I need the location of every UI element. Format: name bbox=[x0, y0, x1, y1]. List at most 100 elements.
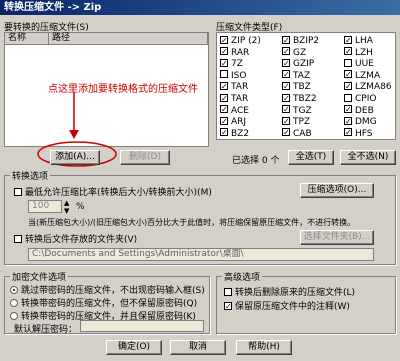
type-checkbox[interactable]: ✓ TAR bbox=[220, 93, 249, 105]
type-label: TAZ bbox=[293, 70, 311, 81]
delete-original-checkbox[interactable]: 转换后删除原来的压缩文件(L) bbox=[224, 285, 355, 298]
type-label: TBZ2 bbox=[293, 94, 317, 104]
checkbox-checked-icon: ✓ bbox=[282, 70, 290, 80]
min-ratio-label: 最低允许压缩比率(转换后大小/转换前大小)(M) bbox=[25, 188, 212, 198]
type-label: TBZ bbox=[293, 82, 311, 93]
encryption-label: 加密文件选项 bbox=[10, 270, 69, 283]
delete-original-label: 转换后删除原来的压缩文件(L) bbox=[235, 288, 356, 298]
checkbox-checked-icon: ✓ bbox=[344, 35, 352, 45]
checkbox-checked-icon: ✓ bbox=[220, 93, 228, 103]
type-label: CAB bbox=[293, 128, 312, 139]
type-checkbox[interactable]: ✓ BZIP2 bbox=[282, 35, 319, 47]
type-label: TAR bbox=[231, 82, 249, 93]
column-header-name[interactable]: 名称 bbox=[5, 33, 49, 45]
deselect-all-button[interactable]: 全不选(N) bbox=[340, 150, 396, 165]
checkbox-checked-icon: ✓ bbox=[282, 128, 290, 138]
cancel-button[interactable]: 取消 bbox=[170, 340, 226, 355]
folder-checkbox[interactable]: 转换后文件存放的文件夹(V) bbox=[14, 232, 137, 245]
type-label: ZIP (2) bbox=[231, 36, 261, 46]
min-ratio-checkbox[interactable]: 最低允许压缩比率(转换后大小/转换前大小)(M) bbox=[14, 185, 212, 198]
selected-count: 已选择 0 个 bbox=[232, 156, 280, 166]
type-checkbox[interactable]: ✓ ZIP (2) bbox=[220, 35, 261, 47]
type-checkbox[interactable]: ✓ RAR bbox=[220, 47, 250, 59]
type-checkbox[interactable]: ✓ TBZ2 bbox=[282, 93, 317, 105]
checkbox-icon bbox=[14, 187, 22, 196]
type-checkbox[interactable]: UUE bbox=[344, 58, 374, 70]
ratio-input[interactable]: 100 bbox=[28, 200, 62, 213]
type-checkbox[interactable]: ✓ LHA bbox=[344, 35, 373, 47]
type-checkbox[interactable]: ✓ LZMA bbox=[344, 70, 380, 82]
type-checkbox[interactable]: ✓ TGZ bbox=[282, 105, 312, 117]
checkbox-checked-icon: ✓ bbox=[224, 301, 232, 311]
type-checkbox[interactable]: ✓ GZIP bbox=[282, 58, 315, 70]
delete-button[interactable]: 删除(D) bbox=[120, 150, 170, 165]
checkbox-icon bbox=[344, 58, 352, 67]
type-checkbox[interactable]: ✓ TPZ bbox=[282, 116, 311, 128]
checkbox-checked-icon: ✓ bbox=[282, 105, 290, 115]
checkbox-checked-icon: ✓ bbox=[220, 105, 228, 115]
type-label: DEB bbox=[355, 105, 374, 116]
type-checkbox[interactable]: ✓ ARJ bbox=[220, 116, 246, 128]
type-checkbox[interactable]: ✓ DMG bbox=[344, 116, 377, 128]
radio-selected-icon bbox=[10, 285, 18, 294]
checkbox-checked-icon: ✓ bbox=[282, 35, 290, 45]
type-checkbox[interactable]: ✓ HFS bbox=[344, 128, 373, 140]
radio-icon bbox=[10, 311, 18, 320]
select-all-button[interactable]: 全选(T) bbox=[288, 150, 334, 165]
type-label: TGZ bbox=[293, 105, 312, 116]
checkbox-icon bbox=[220, 70, 228, 79]
convert-no-password-radio[interactable]: 转换带密码的压缩文件，但不保留原密码(Q) bbox=[10, 296, 197, 309]
type-label: RAR bbox=[231, 47, 250, 58]
radio-label: 跳过带密码的压缩文件，不出现密码输入框(S) bbox=[21, 286, 205, 296]
type-label: 7Z bbox=[231, 59, 243, 70]
type-label: TPZ bbox=[293, 117, 311, 128]
type-checkbox[interactable]: ✓ CAB bbox=[282, 128, 312, 140]
type-label: TAR bbox=[231, 94, 249, 104]
select-folder-button[interactable]: 选择文件夹(B)... bbox=[300, 230, 374, 245]
checkbox-checked-icon: ✓ bbox=[282, 81, 290, 91]
checkbox-checked-icon: ✓ bbox=[344, 47, 352, 57]
type-checkbox[interactable]: ✓ GZ bbox=[282, 47, 306, 59]
type-checkbox[interactable]: ✓ TAR bbox=[220, 81, 249, 93]
type-checkbox[interactable]: ✓ DEB bbox=[344, 105, 374, 117]
ratio-spinner-icon[interactable]: ▲ ▼ bbox=[64, 199, 69, 215]
checkbox-checked-icon: ✓ bbox=[344, 81, 352, 91]
checkbox-checked-icon: ✓ bbox=[282, 116, 290, 126]
keep-comment-label: 保留原压缩文件中的注释(W) bbox=[235, 302, 350, 312]
folder-label: 转换后文件存放的文件夹(V) bbox=[25, 235, 138, 245]
type-label: GZIP bbox=[293, 59, 315, 70]
type-checkbox[interactable]: ✓ BZ2 bbox=[220, 128, 249, 140]
keep-comment-checkbox[interactable]: ✓ 保留原压缩文件中的注释(W) bbox=[224, 299, 350, 312]
type-checkbox[interactable]: ✓ LZH bbox=[344, 47, 373, 59]
type-checkbox[interactable]: ✓ TAZ bbox=[282, 70, 311, 82]
checkbox-checked-icon: ✓ bbox=[220, 35, 228, 45]
type-label: ISO bbox=[231, 70, 247, 81]
type-checkbox[interactable]: ISO bbox=[220, 70, 247, 82]
checkbox-checked-icon: ✓ bbox=[344, 116, 352, 126]
type-checkbox[interactable]: ✓ ACE bbox=[220, 105, 249, 117]
checkbox-checked-icon: ✓ bbox=[282, 47, 290, 57]
ok-button[interactable]: 确定(O) bbox=[106, 340, 162, 355]
checkbox-checked-icon: ✓ bbox=[344, 70, 352, 80]
type-label: UUE bbox=[355, 59, 374, 70]
checkbox-checked-icon: ✓ bbox=[220, 116, 228, 126]
radio-icon bbox=[10, 298, 18, 307]
compress-options-button[interactable]: 压缩选项(O)... bbox=[300, 183, 374, 198]
checkbox-icon bbox=[344, 93, 352, 102]
type-checkbox[interactable]: ✓ LZMA86 bbox=[344, 81, 392, 93]
skip-encrypted-radio[interactable]: 跳过带密码的压缩文件，不出现密码输入框(S) bbox=[10, 283, 205, 296]
type-checkbox[interactable]: ✓ TBZ bbox=[282, 81, 311, 93]
add-button[interactable]: 添加(A)... bbox=[50, 150, 100, 165]
default-password-input[interactable] bbox=[80, 320, 204, 332]
checkbox-checked-icon: ✓ bbox=[220, 58, 228, 68]
type-checkbox[interactable]: CPIO bbox=[344, 93, 377, 105]
type-checkbox[interactable]: ✓ 7Z bbox=[220, 58, 243, 70]
column-header-path[interactable]: 路径 bbox=[49, 33, 208, 45]
type-label: CPIO bbox=[355, 94, 377, 104]
default-password-label: 默认解压密码： bbox=[14, 325, 78, 335]
convert-options-label: 转换选项 bbox=[10, 169, 51, 182]
help-button[interactable]: 帮助(H) bbox=[236, 340, 292, 355]
checkbox-checked-icon: ✓ bbox=[344, 128, 352, 138]
folder-path-field[interactable]: C:\Documents and Settings\Administrator\… bbox=[28, 248, 374, 261]
type-label: LZMA86 bbox=[355, 82, 392, 93]
